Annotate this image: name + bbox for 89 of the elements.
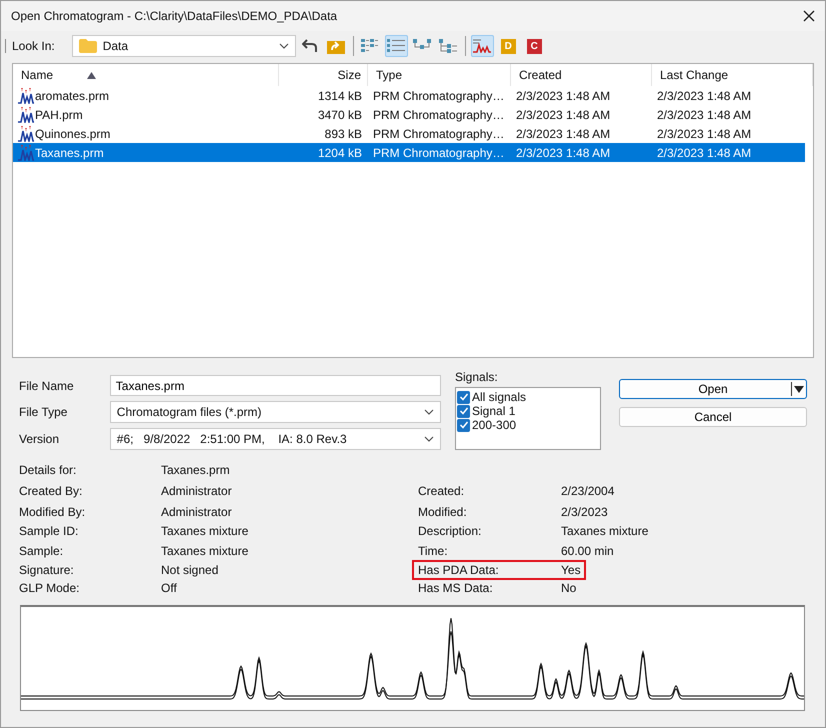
table-cell: 1204 kB xyxy=(318,146,362,160)
signal-label: All signals xyxy=(472,390,526,404)
list-view-icon xyxy=(361,39,380,53)
view-button[interactable] xyxy=(384,35,408,57)
detail-value: Not signed xyxy=(161,563,220,577)
detail-label: Created: xyxy=(418,484,466,498)
detail-value: Administrator xyxy=(161,504,233,518)
detail-label: Sample ID: xyxy=(19,524,80,538)
detail-label: GLP Mode: xyxy=(19,581,80,595)
detail-value: 2/3/2023 xyxy=(561,504,608,518)
table-cell: PAH.prm xyxy=(35,108,83,122)
table-cell: 2/3/2023 1:48 AM xyxy=(516,88,610,102)
detail-value: Taxanes mixture xyxy=(561,524,648,538)
table-cell: 2/3/2023 1:48 AM xyxy=(516,146,610,160)
dropdown-arrow-icon xyxy=(794,386,804,392)
detail-label: Modified By: xyxy=(19,504,86,518)
checkbox[interactable] xyxy=(457,404,470,418)
signal-label: 200-300 xyxy=(472,418,516,432)
table-cell: PRM Chromatography… xyxy=(373,146,504,160)
look-in-label: Look In: xyxy=(5,39,55,53)
file-row[interactable]: Taxanes.prm 1204 kB PRM Chromatography… 2/3/2023 1:48 AM 2/3/2023 1:48 AM xyxy=(13,143,805,162)
table-cell: PRM Chromatography… xyxy=(373,108,504,122)
toolbar-button[interactable]: C xyxy=(522,35,546,57)
chromatogram-file-icon xyxy=(18,126,34,142)
open-button[interactable]: Open xyxy=(619,379,807,399)
chromatogram-file-icon xyxy=(18,144,34,160)
chevron-icon xyxy=(424,436,434,442)
chromatogram-file-icon xyxy=(18,88,34,104)
file-row[interactable]: aromates.prm 1314 kB PRM Chromatography… 2/3/2023 1:48 AM 2/3/2023 1:48 AM xyxy=(13,86,805,105)
table-cell: 2/3/2023 1:48 AM xyxy=(516,126,610,140)
window-title: Open Chromatogram - C:\Clarity\DataFiles\DEMO_PDA\Data xyxy=(11,9,338,23)
table-cell: PRM Chromatography… xyxy=(373,126,504,140)
table-cell: 2/3/2023 1:48 AM xyxy=(657,146,752,160)
detail-value: 2/23/2004 xyxy=(561,484,614,498)
field-label: File Name xyxy=(19,378,75,392)
table-cell: Taxanes.prm xyxy=(35,146,104,160)
table-cell: 2/3/2023 1:48 AM xyxy=(657,88,752,102)
details-view-icon xyxy=(387,39,406,53)
detail-label: Has MS Data: xyxy=(418,581,494,595)
folder-icon xyxy=(78,39,97,53)
detail-label: Modified: xyxy=(418,504,468,518)
detail-label: Sample: xyxy=(19,544,64,558)
detail-value: 60.00 min xyxy=(561,544,614,558)
column-header[interactable]: Type xyxy=(368,64,511,86)
detail-value: Taxanes mixture xyxy=(161,544,250,558)
file-row[interactable]: PAH.prm 3470 kB PRM Chromatography… 2/3/2023 1:48 AM 2/3/2023 1:48 AM xyxy=(13,105,805,124)
chromatogram-view-button[interactable] xyxy=(470,35,494,57)
table-cell: 893 kB xyxy=(324,126,362,140)
detail-value: Administrator xyxy=(161,484,233,498)
column-header[interactable]: Last Change xyxy=(652,64,813,86)
chevron-icon xyxy=(424,409,434,415)
table-cell: Quinones.prm xyxy=(35,126,110,140)
detail-label: Created By: xyxy=(19,484,84,498)
column-header[interactable]: Size xyxy=(279,64,368,86)
detail-label: Description: xyxy=(418,524,482,538)
table-cell: PRM Chromatography… xyxy=(373,88,504,102)
detail-value: No xyxy=(561,581,578,595)
chevron-icon xyxy=(278,43,289,49)
file-row[interactable]: Quinones.prm 893 kB PRM Chromatography… 2/3/2023 1:48 AM 2/3/2023 1:48 AM xyxy=(13,124,805,143)
dropdown[interactable]: #6; 9/8/2022 2:51:00 PM, IA: 8.0 Rev.3 xyxy=(110,428,441,450)
close-icon[interactable] xyxy=(803,10,815,22)
chromatogram-file-icon xyxy=(18,106,34,122)
checkbox[interactable] xyxy=(457,390,470,404)
detail-label: Details for: xyxy=(19,462,78,476)
cancel-button[interactable]: Cancel xyxy=(619,407,807,427)
detail-label: Signature: xyxy=(19,563,75,577)
table-cell: 2/3/2023 1:48 AM xyxy=(657,108,752,122)
detail-value: Off xyxy=(161,581,178,595)
tree-view-icon xyxy=(439,39,458,53)
column-header[interactable]: Name xyxy=(13,64,279,86)
table-cell: 1314 kB xyxy=(318,88,362,102)
field-label: File Type xyxy=(19,405,68,419)
detail-value: Taxanes mixture xyxy=(161,524,250,538)
signals-label: Signals: xyxy=(455,370,499,384)
field-label: Version xyxy=(19,432,60,446)
table-cell: 2/3/2023 1:48 AM xyxy=(657,126,752,140)
dropdown[interactable]: Chromatogram files (*.prm) xyxy=(110,401,441,423)
table-cell: 3470 kB xyxy=(318,108,362,122)
detail-label: Time: xyxy=(418,544,449,558)
look-in-dropdown[interactable]: Data xyxy=(72,35,296,57)
file-name-field[interactable]: Taxanes.prm xyxy=(110,375,441,396)
detail-value: Taxanes.prm xyxy=(161,462,231,476)
table-cell: aromates.prm xyxy=(35,88,110,102)
table-cell: 2/3/2023 1:48 AM xyxy=(516,108,610,122)
column-header[interactable]: Created xyxy=(511,64,652,86)
detail-value: Yes xyxy=(561,563,582,577)
detail-label: Has PDA Data: xyxy=(418,563,500,577)
signal-label: Signal 1 xyxy=(472,404,516,418)
checkbox[interactable] xyxy=(457,418,470,432)
